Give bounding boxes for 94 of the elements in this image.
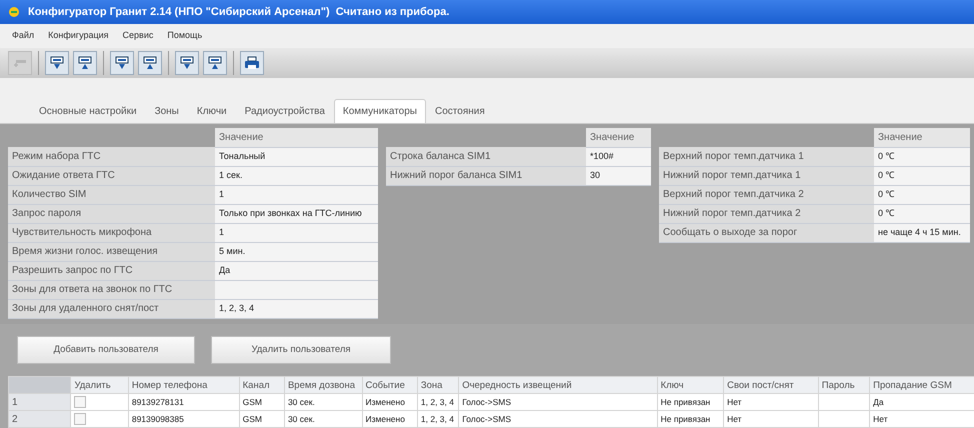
property-label: Чувствительность микрофона	[8, 223, 215, 242]
property-value[interactable]: 1	[215, 223, 378, 242]
property-label: Разрешить запрос по ГТС	[8, 261, 215, 280]
table-cell: Нет	[724, 394, 818, 410]
column-header: Время дозвона	[284, 376, 362, 394]
upload-icon	[78, 56, 92, 70]
table-cell: 30 сек.	[284, 394, 362, 410]
property-value[interactable]: *100#	[586, 147, 651, 166]
column-header: Канал	[239, 376, 284, 394]
delete-user-button[interactable]: Удалить пользователя	[211, 336, 391, 364]
property-value[interactable]: 0 ℃	[874, 204, 970, 223]
download-icon	[50, 56, 64, 70]
menu-item[interactable]: Файл	[12, 29, 34, 43]
toolbar-button[interactable]	[240, 51, 264, 75]
tab[interactable]: Ключи	[188, 99, 236, 123]
column-header: Свои пост/снят	[724, 376, 818, 394]
property-value[interactable]: 1 сек.	[215, 166, 378, 185]
property-value[interactable]: 0 ℃	[874, 166, 970, 185]
menu-item[interactable]: Сервис	[122, 29, 154, 43]
column-header: Пропадание GSM	[870, 376, 974, 394]
toolbar-button[interactable]	[110, 51, 134, 75]
tab[interactable]: Зоны	[146, 99, 188, 123]
property-label: Количество SIM	[8, 185, 215, 204]
property-value[interactable]: 0 ℃	[874, 185, 970, 204]
toolbar-button[interactable]	[73, 51, 97, 75]
tab[interactable]: Радиоустройства	[236, 99, 334, 123]
app-icon	[8, 6, 20, 18]
table-cell: Голос->SMS	[458, 410, 658, 428]
tab[interactable]: Коммуникаторы	[334, 99, 426, 123]
table-cell: Изменено	[362, 394, 418, 410]
property-label: Строка баланса SIM1	[386, 147, 586, 166]
row-number: 2	[8, 410, 71, 428]
table-cell: 1, 2, 3, 4	[417, 394, 459, 410]
tab[interactable]: Состояния	[426, 99, 494, 123]
upload-icon	[143, 56, 157, 70]
toolbar-button[interactable]	[203, 51, 227, 75]
column-header: Ключ	[657, 376, 724, 394]
add-user-button[interactable]: Добавить пользователя	[17, 336, 195, 364]
property-label: Зоны для удаленного снят/пост	[8, 299, 215, 318]
property-value[interactable]: Только при звонках на ГТС-линию	[215, 204, 378, 223]
property-label: Сообщать о выходе за порог	[659, 223, 874, 242]
table-cell: Изменено	[362, 410, 418, 428]
table-cell: 89139278131	[128, 394, 240, 410]
property-label: Запрос пароля	[8, 204, 215, 223]
upload-icon	[208, 56, 222, 70]
property-label: Время жизни голос. извещения	[8, 242, 215, 261]
property-label: Нижний порог темп.датчика 2	[659, 204, 874, 223]
table-cell: 89139098385	[128, 410, 240, 428]
property-value[interactable]: 30	[586, 166, 651, 185]
tab[interactable]: Основные настройки	[30, 99, 146, 123]
property-label: Нижний порог баланса SIM1	[386, 166, 586, 185]
property-label: Режим набора ГТС	[8, 147, 215, 166]
column-header: Значение	[586, 128, 651, 147]
window-title: Конфигуратор Гранит 2.14 (НПО "Сибирский Арсенал") Считано из прибора.	[28, 4, 450, 20]
menu-item[interactable]: Конфигурация	[48, 29, 109, 43]
column-header: Пароль	[818, 376, 870, 394]
property-value[interactable]: 5 мин.	[215, 242, 378, 261]
column-header: Значение	[874, 128, 970, 147]
table-cell: 1, 2, 3, 4	[417, 410, 459, 428]
table-cell: GSM	[239, 410, 284, 428]
property-value[interactable]: Тональный	[215, 147, 378, 166]
property-label: Зоны для ответа на звонок по ГТС	[8, 280, 215, 299]
checkbox[interactable]	[74, 412, 86, 425]
table-cell: Нет	[724, 410, 818, 428]
table-cell: 30 сек.	[284, 410, 362, 428]
column-header: Значение	[215, 128, 378, 147]
column-header: Номер телефона	[128, 376, 240, 394]
table-cell: Голос->SMS	[458, 394, 658, 410]
column-header: Очередность извещений	[458, 376, 658, 394]
column-header: Событие	[362, 376, 418, 394]
property-label: Ожидание ответа ГТС	[8, 166, 215, 185]
property-value[interactable]: не чаще 4 ч 15 мин.	[874, 223, 970, 242]
column-header: Удалить	[70, 376, 128, 394]
property-label: Нижний порог темп.датчика 1	[659, 166, 874, 185]
property-value[interactable]: 1	[215, 185, 378, 204]
row-number: 1	[8, 394, 71, 410]
column-header: Зона	[417, 376, 459, 394]
property-value[interactable]: Да	[215, 261, 378, 280]
property-value[interactable]: 1, 2, 3, 4	[215, 299, 378, 318]
table-cell: Не привязан	[657, 394, 724, 410]
property-label: Верхний порог темп.датчика 2	[659, 185, 874, 204]
download-icon	[180, 56, 194, 70]
table-cell: GSM	[239, 394, 284, 410]
property-value[interactable]: 0 ℃	[874, 147, 970, 166]
printer-icon	[245, 56, 259, 70]
download-icon	[115, 56, 129, 70]
toolbar-button[interactable]	[138, 51, 162, 75]
toolbar-button[interactable]	[45, 51, 69, 75]
add-icon	[14, 58, 26, 68]
checkbox[interactable]	[74, 396, 86, 408]
toolbar-button[interactable]	[175, 51, 199, 75]
menu-item[interactable]: Помощь	[167, 29, 202, 43]
property-label: Верхний порог темп.датчика 1	[659, 147, 874, 166]
table-cell: Не привязан	[657, 410, 724, 428]
